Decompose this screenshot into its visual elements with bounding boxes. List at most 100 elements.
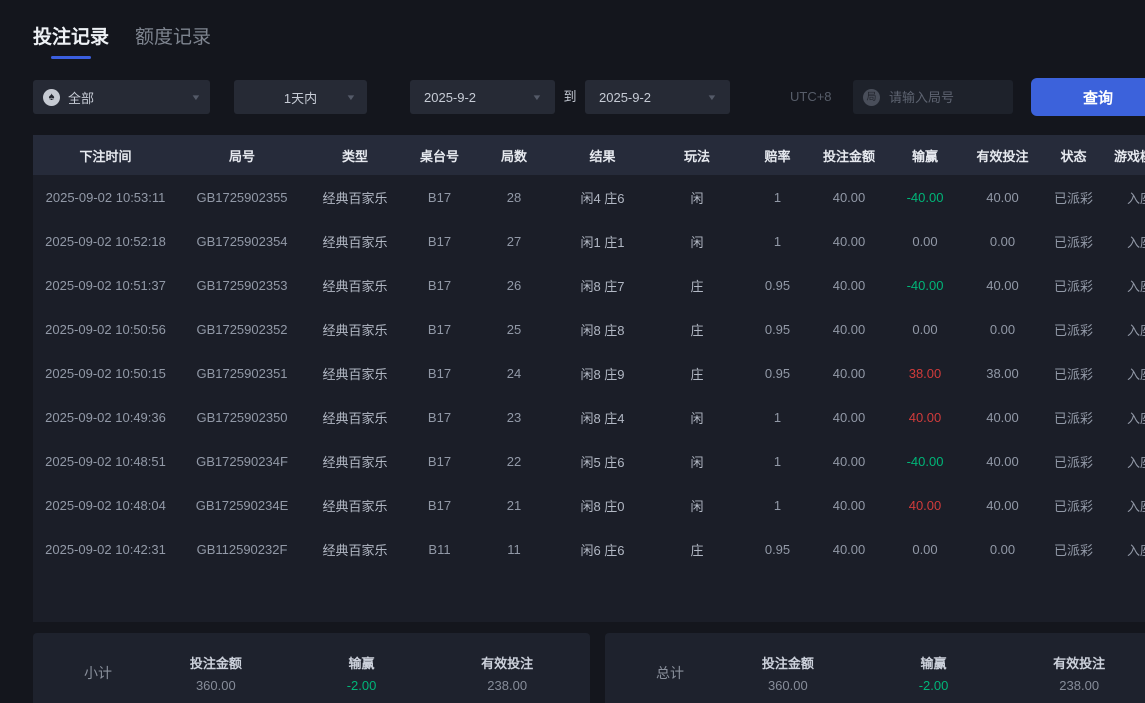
table-cell: 已派彩 <box>1053 190 1093 206</box>
total-valid-bet: 有效投注 238.00 <box>1053 656 1106 693</box>
table-cell: 闲4 庄6 <box>580 190 625 206</box>
table-row[interactable]: 2025-09-02 10:51:37 GB1725902353 经典百家乐 B17 2… <box>33 263 1145 307</box>
table-cell: 40.00 <box>832 541 866 557</box>
table-cell: 庄 <box>690 542 704 558</box>
table-cell: -40.00 <box>906 277 944 293</box>
date-from-select[interactable]: 2025-9-2 ▼ <box>410 80 555 114</box>
table-cell: 经典百家乐 <box>322 410 388 426</box>
table-row[interactable]: 2025-09-02 10:42:31 GB112590232F 经典百家乐 B11 1… <box>33 527 1145 571</box>
timezone-label: UTC+8 <box>790 89 832 104</box>
table-cell: 经典百家乐 <box>322 366 388 382</box>
table-cell: 经典百家乐 <box>322 322 388 338</box>
total-win-loss: 输赢 -2.00 <box>918 656 949 693</box>
tab-quota-records[interactable]: 额度记录 <box>135 22 211 49</box>
table-row[interactable]: 2025-09-02 10:49:36 GB1725902350 经典百家乐 B17 2… <box>33 395 1145 439</box>
query-button[interactable]: 查询 <box>1031 78 1145 116</box>
chevron-down-icon: ▼ <box>190 92 202 102</box>
table-row[interactable]: 2025-09-02 10:53:11 GB1725902355 经典百家乐 B17 2… <box>33 175 1145 219</box>
table-cell: GB1725902354 <box>196 233 288 249</box>
table-cell: 0.00 <box>989 541 1016 557</box>
table-cell: 入座 <box>1126 410 1145 426</box>
table-cell: B11 <box>428 541 451 557</box>
table-row[interactable]: 2025-09-02 10:50:15 GB1725902351 经典百家乐 B17 2… <box>33 351 1145 395</box>
round-number-input[interactable] <box>887 88 1003 106</box>
table-cell: 闲 <box>690 234 704 250</box>
table-cell: 闲 <box>690 190 704 206</box>
table-row[interactable]: 2025-09-02 10:48:51 GB172590234F 经典百家乐 B17 2… <box>33 439 1145 483</box>
table-cell: 2025-09-02 10:48:04 <box>45 497 166 513</box>
date-to-select[interactable]: 2025-9-2 ▼ <box>585 80 730 114</box>
subtotal-label: 小计 <box>84 665 112 681</box>
table-cell: 闲1 庄1 <box>580 234 625 250</box>
table-row[interactable]: 2025-09-02 10:52:18 GB1725902354 经典百家乐 B17 2… <box>33 219 1145 263</box>
table-cell: -40.00 <box>906 189 944 205</box>
chevron-down-icon: ▼ <box>706 92 718 102</box>
table-cell: 2025-09-02 10:50:56 <box>45 321 166 337</box>
chevron-down-icon: ▼ <box>345 92 357 102</box>
tab-betting-records[interactable]: 投注记录 <box>33 22 109 59</box>
table-cell: 25 <box>506 321 522 337</box>
table-cell: 40.00 <box>986 409 1019 425</box>
table-cell: 已派彩 <box>1053 234 1093 250</box>
table-cell: 0.95 <box>764 365 791 381</box>
table-cell: 38.00 <box>908 365 942 381</box>
table-cell: 40.00 <box>986 497 1019 513</box>
column-header: 玩法 <box>683 148 710 164</box>
column-header: 游戏模式 <box>1113 148 1145 164</box>
table-cell: GB1725902352 <box>196 321 288 337</box>
table-cell: B17 <box>427 497 452 513</box>
table-cell: 40.00 <box>832 409 866 425</box>
column-header: 局数 <box>500 148 527 164</box>
table-cell: B17 <box>427 189 452 205</box>
subtotal-bet-amount: 投注金额 360.00 <box>189 656 242 693</box>
table-cell: 40.00 <box>832 277 866 293</box>
table-cell: 闲6 庄6 <box>580 542 625 558</box>
table-cell: 1 <box>773 453 782 469</box>
tab-betting-records-label: 投注记录 <box>33 27 110 48</box>
table-cell: 40.00 <box>832 233 866 249</box>
table-cell: GB1725902355 <box>196 189 288 205</box>
game-type-select[interactable]: ♠ 全部 ▼ <box>33 80 210 114</box>
table-cell: 闲5 庄6 <box>580 454 625 470</box>
round-number-field[interactable]: 局 <box>853 80 1013 114</box>
filter-bar: ♠ 全部 ▼ 1天内 ▼ 2025-9-2 ▼ 到 2025-9-2 ▼ UTC… <box>0 78 1145 116</box>
table-cell: B17 <box>427 277 452 293</box>
total-card: 总计 投注金额 360.00 输赢 -2.00 有效投注 238.00 <box>605 633 1145 703</box>
table-cell: GB172590234E <box>195 497 289 513</box>
table-cell: 入座 <box>1126 234 1145 250</box>
table-cell: B17 <box>427 453 452 469</box>
active-tab-underline <box>51 56 91 59</box>
table-cell: 庄 <box>690 366 704 382</box>
table-cell: 入座 <box>1126 278 1145 294</box>
table-cell: 入座 <box>1126 366 1145 382</box>
table-cell: 入座 <box>1126 498 1145 514</box>
table-cell: 已派彩 <box>1053 542 1093 558</box>
game-type-value: 全部 <box>68 90 95 106</box>
table-cell: 经典百家乐 <box>322 190 388 206</box>
table-cell: 闲8 庄8 <box>580 322 625 338</box>
table-cell: 0.95 <box>764 541 791 557</box>
table-cell: 1 <box>773 189 782 205</box>
column-header: 赔率 <box>764 148 791 164</box>
table-cell: 已派彩 <box>1053 498 1093 514</box>
column-header: 下注时间 <box>79 148 132 164</box>
table-cell: 闲 <box>690 498 704 514</box>
table-cell: 入座 <box>1126 454 1145 470</box>
table-cell: B17 <box>427 365 452 381</box>
table-row[interactable]: 2025-09-02 10:50:56 GB1725902352 经典百家乐 B17 2… <box>33 307 1145 351</box>
subtotal-valid-bet: 有效投注 238.00 <box>481 656 534 693</box>
table-cell: GB1725902351 <box>196 365 288 381</box>
table-cell: 0.00 <box>912 321 938 337</box>
table-cell: 闲8 庄7 <box>580 278 625 294</box>
table-cell: 2025-09-02 10:51:37 <box>45 277 166 293</box>
table-row[interactable]: 2025-09-02 10:48:04 GB172590234E 经典百家乐 B17 2… <box>33 483 1145 527</box>
table-cell: 11 <box>507 541 521 557</box>
table-cell: 已派彩 <box>1053 366 1093 382</box>
table-cell: 27 <box>506 233 522 249</box>
table-cell: 0.95 <box>764 321 791 337</box>
time-range-select[interactable]: 1天内 ▼ <box>234 80 367 114</box>
date-to-value: 2025-9-2 <box>599 89 652 105</box>
column-header: 结果 <box>589 148 616 164</box>
table-cell: 经典百家乐 <box>322 234 388 250</box>
table-cell: 闲8 庄9 <box>580 366 625 382</box>
